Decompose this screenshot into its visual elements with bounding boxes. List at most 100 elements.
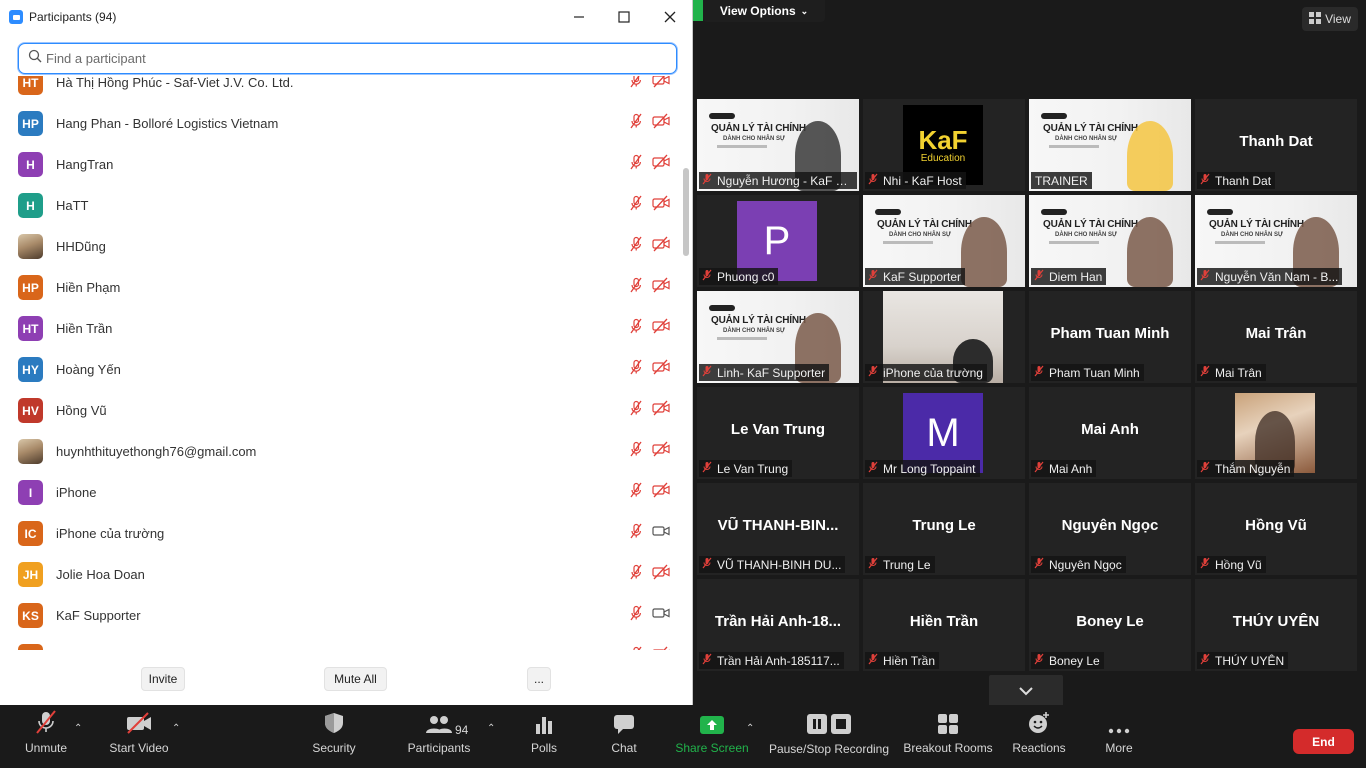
participant-row[interactable]: HP Hiền Phạm (0, 267, 680, 308)
video-tile[interactable]: Hiền Trần Hiền Trần (863, 579, 1025, 671)
mic-muted-icon[interactable] (628, 277, 644, 298)
video-tile[interactable]: Mai Anh Mai Anh (1029, 387, 1191, 479)
mic-muted-icon[interactable] (628, 236, 644, 257)
video-tile[interactable]: Le Van Trung Le Van Trung (697, 387, 859, 479)
participant-avatar: JH (18, 562, 43, 587)
search-input[interactable] (46, 51, 646, 66)
video-tile[interactable]: Mai Trân Mai Trân (1195, 291, 1357, 383)
video-off-icon[interactable] (652, 318, 670, 339)
participants-options-caret[interactable]: ⌃ (487, 723, 495, 734)
video-off-icon[interactable] (652, 113, 670, 134)
video-off-icon[interactable] (652, 195, 670, 216)
video-off-icon[interactable] (652, 482, 670, 503)
video-tile[interactable]: Trần Hải Anh-18... Trần Hải Anh-185117... (697, 579, 859, 671)
participant-row[interactable]: H HaTT (0, 185, 680, 226)
mic-muted-icon[interactable] (628, 564, 644, 585)
video-tile[interactable]: Thắm Nguyễn (1195, 387, 1357, 479)
mic-muted-icon[interactable] (628, 76, 644, 93)
video-off-icon[interactable] (652, 236, 670, 257)
participant-row[interactable]: HHDũng (0, 226, 680, 267)
participant-row[interactable]: JH Jolie Hoa Doan (0, 554, 680, 595)
video-off-icon[interactable] (652, 359, 670, 380)
video-tile[interactable]: KaF Education Nhi - KaF Host (863, 99, 1025, 191)
audio-options-caret[interactable]: ⌃ (74, 723, 82, 734)
mic-muted-icon[interactable] (628, 195, 644, 216)
mic-muted-icon[interactable] (628, 359, 644, 380)
participant-row[interactable]: HY Hoàng Yến (0, 349, 680, 390)
video-tile[interactable]: Hồng Vũ Hồng Vũ (1195, 483, 1357, 575)
video-tile[interactable]: THÚY UYÊN THÚY UYÊN (1195, 579, 1357, 671)
participant-row[interactable]: IC iPhone của trường (0, 513, 680, 554)
mic-muted-icon[interactable] (628, 441, 644, 462)
mic-muted-icon[interactable] (628, 523, 644, 544)
participant-list-scrollbar[interactable] (683, 78, 689, 650)
mic-muted-icon[interactable] (628, 400, 644, 421)
participant-row[interactable]: HV Hồng Vũ (0, 390, 680, 431)
video-tile[interactable]: QUẢN LÝ TÀI CHÍNH DÀNH CHO NHÂN SỰ Diem Ha… (1029, 195, 1191, 287)
video-off-icon[interactable] (652, 400, 670, 421)
participant-label-text: iPhone của trường (883, 365, 983, 380)
participant-row[interactable]: KS KaF Supporter (0, 595, 680, 636)
close-button[interactable] (657, 4, 683, 30)
video-tile[interactable]: Nguyên Ngọc Nguyên Ngọc (1029, 483, 1191, 575)
participant-row[interactable]: HP Hang Phan - Bolloré Logistics Vietnam (0, 103, 680, 144)
video-tile[interactable]: M Mr Long Toppaint (863, 387, 1025, 479)
mic-muted-icon[interactable] (628, 605, 644, 626)
end-meeting-button[interactable]: End (1293, 729, 1354, 754)
view-options-button[interactable]: View Options ⌄ (703, 0, 825, 22)
participant-row[interactable]: H HangTran (0, 144, 680, 185)
more-options-button[interactable]: ... (527, 667, 551, 691)
video-off-icon[interactable] (652, 441, 670, 462)
video-tile[interactable]: Thanh Dat Thanh Dat (1195, 99, 1357, 191)
minimize-button[interactable] (566, 4, 592, 30)
participant-row[interactable]: IiPhone (0, 472, 680, 513)
unmute-button[interactable]: Unmute (18, 705, 74, 768)
share-options-caret[interactable]: ⌃ (746, 723, 754, 734)
invite-button[interactable]: Invite (141, 667, 185, 691)
mic-muted-icon[interactable] (628, 318, 644, 339)
video-tile[interactable]: iPhone của trường (863, 291, 1025, 383)
mic-muted-icon[interactable] (628, 646, 644, 650)
reactions-button[interactable]: Reactions (1010, 705, 1068, 768)
video-off-icon[interactable] (652, 646, 670, 650)
video-tile[interactable]: QUẢN LÝ TÀI CHÍNH DÀNH CHO NHÂN SỰ TRAINER (1029, 99, 1191, 191)
video-off-icon[interactable] (652, 564, 670, 585)
video-on-icon[interactable] (652, 605, 670, 626)
mic-muted-icon[interactable] (628, 482, 644, 503)
video-tile[interactable]: QUẢN LÝ TÀI CHÍNH DÀNH CHO NHÂN SỰ Nguyễn … (697, 99, 859, 191)
video-tile[interactable]: QUẢN LÝ TÀI CHÍNH DÀNH CHO NHÂN SỰ Nguyễn … (1195, 195, 1357, 287)
recording-button[interactable]: Pause/Stop Recording (768, 705, 890, 768)
breakout-rooms-button[interactable]: Breakout Rooms (902, 705, 994, 768)
mic-muted-icon[interactable] (628, 113, 644, 134)
video-tile[interactable]: QUẢN LÝ TÀI CHÍNH DÀNH CHO NHÂN SỰ KaF Sup… (863, 195, 1025, 287)
participant-row[interactable]: HT Hà Thị Hồng Phúc - Saf-Viet J.V. Co. L… (0, 76, 680, 103)
scrollbar-thumb[interactable] (683, 168, 689, 256)
polls-button[interactable]: Polls (524, 705, 564, 768)
start-video-button[interactable]: Start Video (104, 705, 174, 768)
chat-button[interactable]: Chat (604, 705, 644, 768)
video-off-icon[interactable] (652, 154, 670, 175)
view-button[interactable]: View (1302, 7, 1358, 31)
video-tile[interactable]: Boney Le Boney Le (1029, 579, 1191, 671)
video-off-icon[interactable] (652, 277, 670, 298)
video-options-caret[interactable]: ⌃ (172, 723, 180, 734)
mute-all-button[interactable]: Mute All (324, 667, 387, 691)
video-tile[interactable]: Pham Tuan Minh Pham Tuan Minh (1029, 291, 1191, 383)
maximize-button[interactable] (611, 4, 637, 30)
mic-muted-icon[interactable] (628, 154, 644, 175)
video-tile[interactable]: VŨ THANH-BIN... VŨ THANH-BINH DU... (697, 483, 859, 575)
collapse-gallery-button[interactable] (989, 675, 1063, 708)
video-tile[interactable]: Trung Le Trung Le (863, 483, 1025, 575)
video-tile[interactable]: P Phuong c0 (697, 195, 859, 287)
video-on-icon[interactable] (652, 523, 670, 544)
security-button[interactable]: Security (306, 705, 362, 768)
participant-row[interactable] (0, 636, 680, 650)
more-button[interactable]: More (1099, 705, 1139, 768)
share-screen-button[interactable]: Share Screen (675, 705, 749, 768)
video-off-icon[interactable] (652, 76, 670, 93)
participant-list[interactable]: HT Hà Thị Hồng Phúc - Saf-Viet J.V. Co. L… (0, 76, 680, 650)
video-tile[interactable]: QUẢN LÝ TÀI CHÍNH DÀNH CHO NHÂN SỰ Linh- K… (697, 291, 859, 383)
participant-row[interactable]: huynhthituyethongh76@gmail.com (0, 431, 680, 472)
participant-search[interactable] (18, 43, 677, 74)
participant-row[interactable]: HT Hiền Trần (0, 308, 680, 349)
